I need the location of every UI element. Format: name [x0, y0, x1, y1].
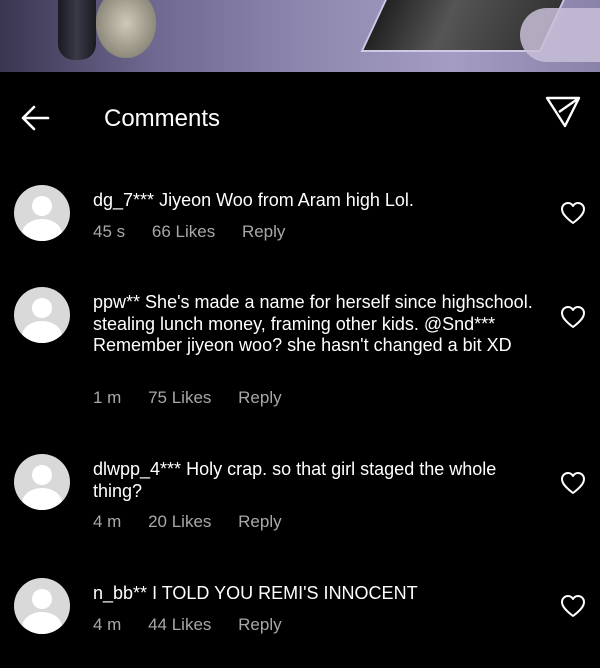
comment-likes[interactable]: 20 Likes	[148, 512, 211, 531]
back-arrow-icon[interactable]	[20, 104, 50, 132]
comment-time: 1 m	[93, 388, 122, 407]
comment-body: I TOLD YOU REMI'S INNOCENT	[152, 583, 418, 603]
comment-username[interactable]: dg_7***	[93, 190, 154, 210]
comment-meta: 4 m 44 Likes Reply	[93, 615, 304, 635]
comment-username[interactable]: dlwpp_4***	[93, 459, 181, 479]
comment-time: 45 s	[93, 222, 126, 241]
comment-username[interactable]: n_bb**	[93, 583, 147, 603]
comment-meta: 1 m 75 Likes Reply	[93, 388, 304, 408]
reply-button[interactable]: Reply	[242, 222, 285, 241]
comment-meta: 45 s 66 Likes Reply	[93, 222, 307, 242]
send-icon[interactable]	[544, 92, 582, 130]
comment-text: n_bb** I TOLD YOU REMI'S INNOCENT	[93, 583, 533, 605]
bottle-image	[58, 0, 96, 60]
comment-likes[interactable]: 75 Likes	[148, 388, 211, 407]
hand-image	[520, 8, 600, 62]
avatar[interactable]	[14, 185, 70, 241]
heart-icon[interactable]	[560, 305, 586, 329]
comment-likes[interactable]: 66 Likes	[152, 222, 215, 241]
avatar[interactable]	[14, 287, 70, 343]
comments-header: Comments	[0, 88, 600, 148]
page-title: Comments	[104, 105, 221, 132]
avatar[interactable]	[14, 454, 70, 510]
reply-button[interactable]: Reply	[238, 512, 281, 531]
reply-button[interactable]: Reply	[238, 388, 281, 407]
heart-icon[interactable]	[560, 471, 586, 495]
comment-likes[interactable]: 44 Likes	[148, 615, 211, 634]
comment-time: 4 m	[93, 512, 122, 531]
comment-body: Jiyeon Woo from Aram high Lol.	[159, 190, 414, 210]
lamp-image	[96, 0, 156, 58]
comment-username[interactable]: ppw**	[93, 292, 140, 312]
heart-icon[interactable]	[560, 201, 586, 225]
comment-meta: 4 m 20 Likes Reply	[93, 512, 304, 532]
reply-button[interactable]: Reply	[238, 615, 281, 634]
heart-icon[interactable]	[560, 594, 586, 618]
comment-text: ppw** She's made a name for herself sinc…	[93, 292, 533, 357]
comment-text: dlwpp_4*** Holy crap. so that girl stage…	[93, 459, 533, 502]
comment-time: 4 m	[93, 615, 122, 634]
video-preview[interactable]	[0, 0, 600, 72]
comment-body: She's made a name for herself since high…	[93, 292, 533, 355]
comment-text: dg_7*** Jiyeon Woo from Aram high Lol.	[93, 190, 533, 212]
avatar[interactable]	[14, 578, 70, 634]
